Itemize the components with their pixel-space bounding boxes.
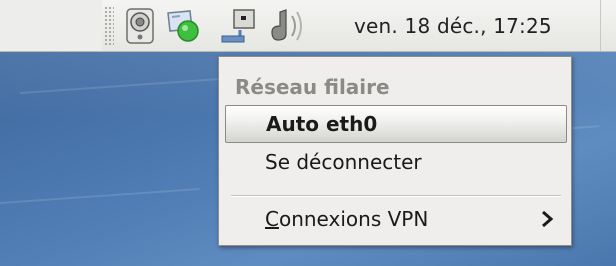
menu-item-auto-eth0[interactable]: Auto eth0 — [225, 105, 567, 143]
menu-item-label-rest: onnexions VPN — [278, 207, 429, 231]
menu-item-label: Se déconnecter — [265, 150, 422, 174]
panel-clock[interactable]: ven. 18 déc., 17:25 — [354, 14, 552, 42]
menu-separator — [231, 195, 561, 197]
volume-icon[interactable] — [268, 6, 308, 46]
panel-right-edge — [600, 0, 616, 51]
panel-empty-area — [0, 0, 102, 51]
menu-item-vpn-connections[interactable]: Connexions VPN — [225, 200, 567, 238]
menu-header-wired-network: Réseau filaire — [235, 75, 390, 99]
network-dropdown-menu: Réseau filaire Auto eth0 Se déconnecter … — [218, 56, 572, 246]
menu-item-label: Auto eth0 — [266, 112, 378, 136]
network-manager-icon[interactable] — [220, 6, 260, 46]
menu-item-disconnect[interactable]: Se déconnecter — [225, 143, 567, 181]
mnemonic-letter: C — [265, 207, 279, 231]
menu-item-label: Connexions VPN — [265, 207, 428, 231]
network-icon[interactable] — [164, 6, 204, 46]
speaker-icon[interactable] — [120, 6, 160, 46]
chevron-right-icon — [542, 210, 554, 228]
top-panel: ven. 18 déc., 17:25 — [0, 0, 616, 52]
panel-drag-handle[interactable] — [104, 6, 114, 46]
